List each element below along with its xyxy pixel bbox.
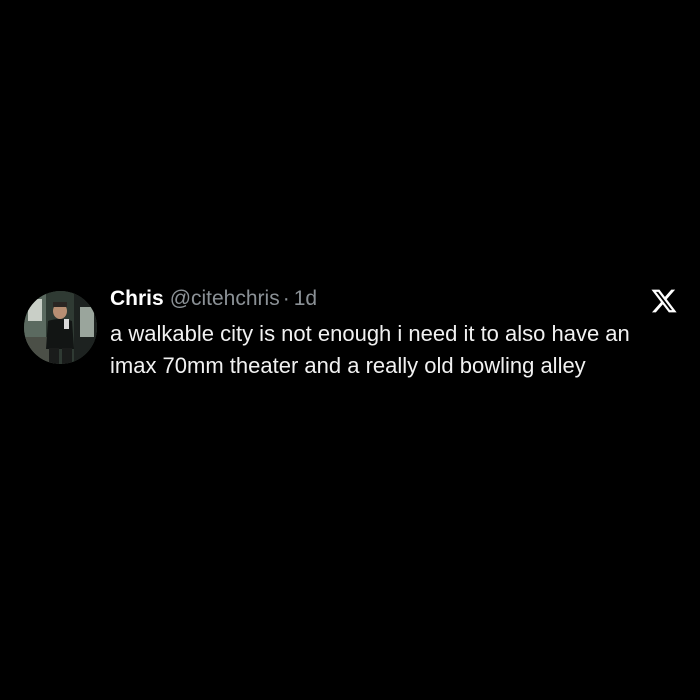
avatar-photo bbox=[24, 291, 97, 364]
author-name[interactable]: Chris bbox=[110, 287, 164, 311]
x-logo-icon[interactable] bbox=[650, 287, 678, 315]
tweet-content: Chris @citehchris · 1d a walkable city i… bbox=[110, 287, 678, 382]
tweet-header: Chris @citehchris · 1d bbox=[110, 287, 676, 315]
tweet-timestamp[interactable]: 1d bbox=[294, 287, 317, 311]
author-handle[interactable]: @citehchris bbox=[170, 287, 280, 311]
avatar[interactable] bbox=[24, 291, 97, 364]
tweet-text: a walkable city is not enough i need it … bbox=[110, 321, 630, 378]
meta-separator: · bbox=[282, 287, 290, 310]
